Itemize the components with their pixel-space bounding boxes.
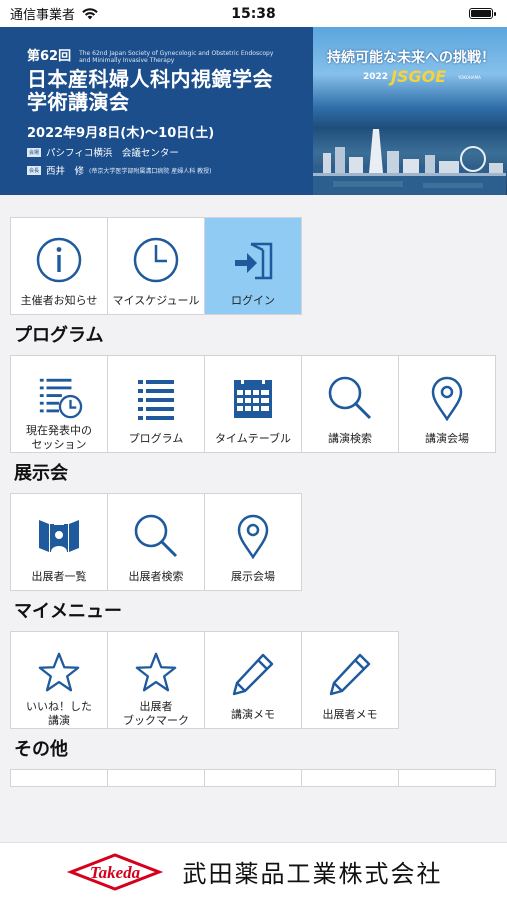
tile-lecture-venue[interactable]: 講演会場 bbox=[398, 355, 496, 453]
tile-exhibitor-search[interactable]: 出展者検索 bbox=[107, 493, 205, 591]
info-icon bbox=[36, 237, 82, 283]
wifi-icon bbox=[82, 8, 98, 20]
mymenu-grid: いいね！した 講演 出展者 ブックマーク 講演メモ 出展者メモ bbox=[10, 631, 507, 729]
search-icon bbox=[134, 514, 178, 558]
tile-label: 主催者お知らせ bbox=[20, 294, 98, 307]
list-icon bbox=[138, 380, 174, 420]
other-grid bbox=[10, 769, 507, 787]
title-en-line2: and Minimally Invasive Therapy bbox=[79, 57, 175, 64]
yokohama-cityscape-illustration bbox=[313, 129, 506, 195]
sponsor-banner[interactable]: Takeda 武田薬品工業株式会社 bbox=[0, 842, 507, 900]
tile-label: タイムテーブル bbox=[214, 432, 292, 445]
tile-label: 講演検索 bbox=[328, 432, 372, 445]
conference-venue: パシフィコ横浜 会議センター bbox=[46, 148, 179, 159]
tile-organizer-notices[interactable]: 主催者お知らせ bbox=[10, 217, 108, 315]
star-icon bbox=[38, 652, 80, 692]
tile-label: 出展者 ブックマーク bbox=[123, 700, 189, 727]
tile-other-2[interactable] bbox=[107, 769, 205, 787]
tile-current-session[interactable]: 現在発表中の セッション bbox=[10, 355, 108, 453]
tile-label: マイスケジュール bbox=[112, 294, 200, 307]
banner-text-panel: 第62回 The 62nd Japan Society of Gynecolog… bbox=[0, 27, 313, 195]
exhibition-grid: 出展者一覧 出展者検索 展示会場 bbox=[10, 493, 507, 591]
pencil-icon bbox=[232, 653, 274, 696]
tile-other-4[interactable] bbox=[301, 769, 399, 787]
logo-city: YOKOHAMA bbox=[458, 75, 481, 80]
banner-slogan: 持続可能な未来への挑戦！ bbox=[327, 50, 495, 66]
tile-exhibitor-memo[interactable]: 出展者メモ bbox=[301, 631, 399, 729]
exhibitor-icon bbox=[39, 520, 79, 552]
status-time: 15:38 bbox=[231, 5, 276, 22]
tile-label: プログラム bbox=[128, 432, 184, 445]
pencil-icon bbox=[329, 653, 371, 696]
location-pin-icon bbox=[237, 514, 269, 560]
conference-date: 2022年9月8日(木)〜10日(土) bbox=[27, 126, 215, 141]
tile-label: いいね！した 講演 bbox=[26, 700, 92, 727]
logo-year: 2022 bbox=[363, 72, 389, 82]
venue-tag: 会場 bbox=[27, 147, 42, 157]
chair-tag: 会長 bbox=[27, 165, 42, 175]
conference-chair: 西井 修 bbox=[46, 166, 85, 177]
tile-other-1[interactable] bbox=[10, 769, 108, 787]
takeda-logo-text: Takeda bbox=[89, 863, 140, 882]
tile-label: 出展者検索 bbox=[128, 570, 184, 583]
battery-icon bbox=[469, 8, 496, 19]
search-icon bbox=[328, 376, 372, 420]
main-menu: 主催者お知らせ マイスケジュール ログイン プログラム 現在発表中の セッション… bbox=[0, 195, 507, 787]
tile-label: 現在発表中の セッション bbox=[26, 424, 92, 451]
login-icon bbox=[235, 242, 273, 280]
edition-number: 第62回 bbox=[27, 49, 72, 64]
conference-title-line1: 日本産科婦人科内視鏡学会 bbox=[27, 67, 273, 91]
tile-label: 出展者一覧 bbox=[31, 570, 87, 583]
status-bar: 通信事業者 15:38 bbox=[0, 0, 507, 27]
tile-timetable[interactable]: タイムテーブル bbox=[204, 355, 302, 453]
tile-exhibition-venue[interactable]: 展示会場 bbox=[204, 493, 302, 591]
tile-label: 出展者メモ bbox=[322, 708, 378, 721]
tile-exhibitor-list[interactable]: 出展者一覧 bbox=[10, 493, 108, 591]
section-title-other: その他 bbox=[14, 739, 68, 760]
tile-liked-lectures[interactable]: いいね！した 講演 bbox=[10, 631, 108, 729]
tile-lecture-search[interactable]: 講演検索 bbox=[301, 355, 399, 453]
top-menu-grid: 主催者お知らせ マイスケジュール ログイン bbox=[10, 217, 507, 315]
tile-my-schedule[interactable]: マイスケジュール bbox=[107, 217, 205, 315]
takeda-logo: Takeda bbox=[66, 852, 163, 891]
conference-banner[interactable]: 第62回 The 62nd Japan Society of Gynecolog… bbox=[0, 27, 507, 195]
sponsor-name: 武田薬品工業株式会社 bbox=[182, 860, 443, 888]
calendar-icon bbox=[234, 377, 272, 418]
current-session-icon bbox=[39, 378, 83, 419]
tile-label: 講演メモ bbox=[231, 708, 275, 721]
tile-lecture-memo[interactable]: 講演メモ bbox=[204, 631, 302, 729]
tile-other-3[interactable] bbox=[204, 769, 302, 787]
tile-program[interactable]: プログラム bbox=[107, 355, 205, 453]
jsgoe-logo: JSGOE bbox=[391, 67, 447, 86]
title-en-line1: The 62nd Japan Society of Gynecologic an… bbox=[79, 50, 274, 57]
program-grid: 現在発表中の セッション プログラム タイムテーブル 講演検索 講演会場 bbox=[10, 355, 507, 453]
banner-image: 持続可能な未来への挑戦！ 2022 JSGOE YOKOHAMA bbox=[313, 27, 507, 195]
section-title-program: プログラム bbox=[14, 325, 104, 346]
location-pin-icon bbox=[431, 376, 463, 422]
star-icon bbox=[135, 652, 177, 692]
clock-icon bbox=[133, 237, 179, 283]
tile-exhibitor-bookmark[interactable]: 出展者 ブックマーク bbox=[107, 631, 205, 729]
tile-other-5[interactable] bbox=[398, 769, 496, 787]
conference-title-line2: 学術講演会 bbox=[27, 90, 130, 114]
tile-label: 展示会場 bbox=[231, 570, 275, 583]
section-title-mymenu: マイメニュー bbox=[14, 601, 122, 622]
chair-affiliation: (帝京大学医学部附属溝口病院 産婦人科 教授) bbox=[89, 167, 212, 175]
section-title-exhibition: 展示会 bbox=[14, 463, 68, 484]
tile-label: 講演会場 bbox=[425, 432, 469, 445]
tile-label: ログイン bbox=[231, 294, 275, 307]
tile-login[interactable]: ログイン bbox=[204, 217, 302, 315]
carrier-label: 通信事業者 bbox=[10, 8, 76, 23]
